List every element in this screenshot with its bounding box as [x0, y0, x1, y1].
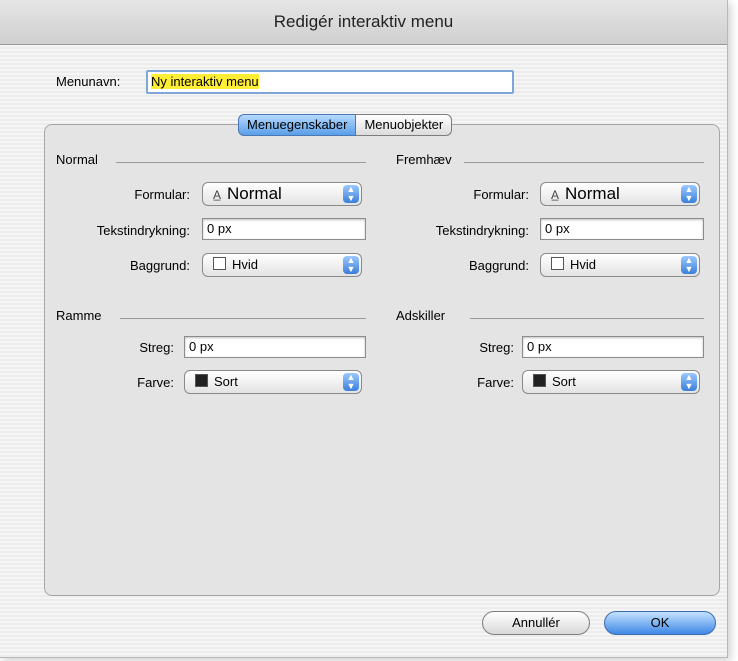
- popup-arrows-icon: ▲ ▼: [343, 256, 359, 274]
- highlight-bg-value: Hvid: [570, 257, 597, 272]
- normal-indent-input[interactable]: 0 px: [202, 218, 366, 240]
- highlight-bg-label: Baggrund:: [469, 258, 529, 273]
- normal-bg-value: Hvid: [232, 257, 259, 272]
- menu-name-value: Ny interaktiv menu: [151, 74, 259, 89]
- highlight-indent-input[interactable]: 0 px: [540, 218, 704, 240]
- separator-section-title: Adskiller: [396, 308, 446, 323]
- frame-stroke-input[interactable]: 0 px: [184, 336, 366, 358]
- frame-section-title: Ramme: [56, 308, 102, 323]
- frame-color-value: Sort: [214, 374, 238, 389]
- highlight-bg-text: Hvid: [551, 254, 596, 276]
- normal-bg-label: Baggrund:: [130, 258, 190, 273]
- highlight-formular-popup[interactable]: A̲ Normal ▲ ▼: [540, 182, 700, 206]
- separator-divider: [470, 318, 704, 319]
- normal-bg-popup[interactable]: Hvid ▲ ▼: [202, 253, 362, 277]
- separator-color-popup[interactable]: Sort ▲ ▼: [522, 370, 700, 394]
- separator-stroke-input[interactable]: 0 px: [522, 336, 704, 358]
- title-bar[interactable]: Redigér interaktiv menu: [0, 0, 727, 45]
- popup-arrows-icon: ▲ ▼: [343, 373, 359, 391]
- tab-menu-objects[interactable]: Menuobjekter: [356, 114, 453, 136]
- normal-formular-label: Formular:: [134, 187, 190, 202]
- highlight-section-title: Fremhæv: [396, 152, 452, 167]
- dialog-window: Redigér interaktiv menu Menunavn: Ny int…: [0, 0, 728, 658]
- normal-formular-value: Normal: [227, 184, 282, 203]
- window-title: Redigér interaktiv menu: [273, 12, 454, 31]
- separator-stroke-label: Streg:: [479, 340, 514, 355]
- highlight-bg-popup[interactable]: Hvid ▲ ▼: [540, 253, 700, 277]
- separator-color-label: Farve:: [477, 375, 514, 390]
- highlight-divider: [464, 162, 704, 163]
- frame-stroke-label: Streg:: [139, 340, 174, 355]
- highlight-formular-label: Formular:: [473, 187, 529, 202]
- font-icon: A̲: [551, 188, 560, 202]
- white-swatch-icon: [213, 257, 226, 270]
- highlight-formular-text: A̲ Normal: [551, 183, 620, 206]
- frame-color-popup[interactable]: Sort ▲ ▼: [184, 370, 362, 394]
- tab-bar: Menuegenskaber Menuobjekter: [238, 114, 453, 136]
- frame-color-text: Sort: [195, 371, 238, 393]
- tab-menu-properties[interactable]: Menuegenskaber: [238, 114, 357, 136]
- popup-arrows-icon: ▲ ▼: [681, 185, 697, 203]
- highlight-indent-label: Tekstindrykning:: [435, 223, 529, 238]
- normal-formular-text: A̲ Normal: [213, 183, 282, 206]
- black-swatch-icon: [195, 374, 208, 387]
- separator-color-text: Sort: [533, 371, 576, 393]
- ok-button[interactable]: OK: [604, 611, 716, 635]
- menu-name-input[interactable]: Ny interaktiv menu: [146, 70, 514, 94]
- normal-indent-label: Tekstindrykning:: [96, 223, 190, 238]
- black-swatch-icon: [533, 374, 546, 387]
- normal-bg-text: Hvid: [213, 254, 258, 276]
- popup-arrows-icon: ▲ ▼: [343, 185, 359, 203]
- normal-formular-popup[interactable]: A̲ Normal ▲ ▼: [202, 182, 362, 206]
- highlight-formular-value: Normal: [565, 184, 620, 203]
- white-swatch-icon: [551, 257, 564, 270]
- separator-color-value: Sort: [552, 374, 576, 389]
- normal-section-title: Normal: [56, 152, 98, 167]
- frame-color-label: Farve:: [137, 375, 174, 390]
- menu-name-label: Menunavn:: [56, 74, 121, 89]
- popup-arrows-icon: ▲ ▼: [681, 256, 697, 274]
- normal-divider: [116, 162, 366, 163]
- cancel-button[interactable]: Annullér: [482, 611, 590, 635]
- popup-arrows-icon: ▲ ▼: [681, 373, 697, 391]
- frame-divider: [120, 318, 366, 319]
- font-icon: A̲: [213, 188, 222, 202]
